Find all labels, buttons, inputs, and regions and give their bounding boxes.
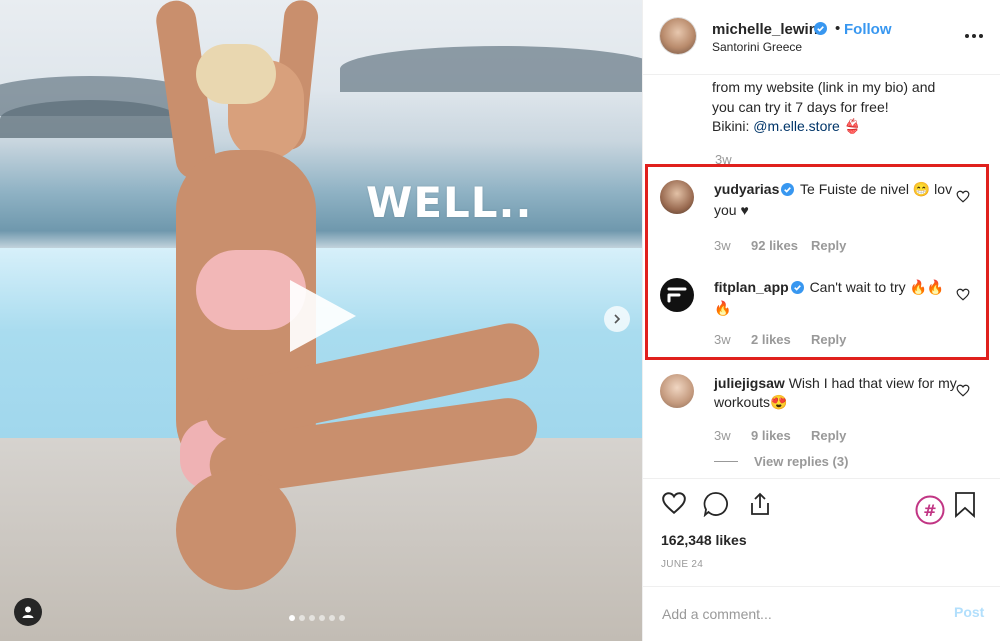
mention-link[interactable]: @m.elle.store — [753, 118, 840, 134]
post-button[interactable]: Post — [954, 604, 984, 620]
comment-text: fitplan_app Can't wait to try 🔥🔥🔥 — [714, 278, 959, 318]
background-hill — [0, 100, 180, 138]
hashtag-icon[interactable]: # — [915, 495, 945, 530]
comment-meta: 3w 92 likes Reply — [714, 238, 846, 253]
avatar[interactable] — [660, 374, 694, 408]
more-options-icon[interactable] — [965, 34, 983, 38]
comment-meta: 3w 2 likes Reply — [714, 332, 846, 347]
avatar[interactable] — [660, 18, 696, 54]
heart-icon[interactable] — [956, 384, 970, 402]
follow-button[interactable]: Follow — [844, 21, 892, 38]
post-author-username[interactable]: michelle_lewin — [712, 21, 818, 38]
comment-likes[interactable]: 9 likes — [751, 428, 811, 443]
carousel-indicator — [289, 615, 345, 621]
comment-likes[interactable]: 2 likes — [751, 332, 811, 347]
heart-icon[interactable] — [956, 288, 970, 306]
post-media[interactable]: WELL.. — [0, 0, 642, 641]
carousel-dot — [319, 615, 325, 621]
caption-timestamp[interactable]: 3w — [715, 152, 732, 167]
share-icon[interactable] — [747, 491, 773, 522]
background-hill — [340, 46, 642, 92]
post-header: michelle_lewin • Follow Santorini Greece — [643, 0, 1000, 75]
reply-button[interactable]: Reply — [811, 238, 846, 253]
heart-icon[interactable] — [661, 491, 687, 520]
comment-text: juliejigsaw Wish I had that view for my … — [714, 374, 959, 412]
carousel-dot — [309, 615, 315, 621]
comment-username[interactable]: juliejigsaw — [714, 375, 785, 391]
instagram-post-view: WELL.. michelle_lewin • Follow Santorini… — [0, 0, 1000, 641]
reply-button[interactable]: Reply — [811, 428, 846, 443]
bikini-emoji: 👙 — [843, 118, 862, 134]
caption-line: you can try it 7 days for free! — [712, 98, 889, 115]
comment-username[interactable]: yudyarias — [714, 181, 779, 197]
comment-timestamp[interactable]: 3w — [714, 238, 751, 253]
user-icon[interactable] — [14, 598, 42, 626]
person-hip — [176, 470, 296, 590]
verified-badge-icon — [790, 280, 804, 299]
comment-input[interactable] — [660, 601, 934, 627]
carousel-dot — [289, 615, 295, 621]
heart-icon[interactable] — [956, 190, 970, 208]
avatar[interactable] — [660, 180, 694, 214]
carousel-dot — [329, 615, 335, 621]
person-hair — [196, 44, 276, 104]
comment-meta: 3w 9 likes Reply — [714, 428, 846, 443]
post-caption: from my website (link in my bio) and you… — [712, 78, 982, 137]
svg-text:#: # — [923, 501, 936, 520]
avatar[interactable] — [660, 278, 694, 312]
verified-badge-icon — [781, 182, 795, 201]
view-replies-label: View replies (3) — [754, 454, 849, 469]
bookmark-icon[interactable] — [953, 491, 977, 524]
comments-section[interactable]: from my website (link in my bio) and you… — [643, 74, 1000, 478]
play-icon[interactable] — [290, 280, 356, 352]
post-date[interactable]: JUNE 24 — [661, 559, 703, 570]
caption-line: from my website (link in my bio) and — [712, 79, 936, 95]
likes-count[interactable]: 162,348 likes — [661, 532, 747, 548]
carousel-dot — [299, 615, 305, 621]
comment-username[interactable]: fitplan_app — [714, 279, 789, 295]
comment-icon[interactable] — [703, 491, 729, 522]
comment-timestamp[interactable]: 3w — [714, 428, 751, 443]
view-replies-button[interactable]: View replies (3) — [714, 454, 848, 469]
comment-text: yudyarias Te Fuiste de nivel 😁 lov you ♥ — [714, 180, 959, 220]
comment-likes[interactable]: 92 likes — [751, 238, 811, 253]
replies-divider — [714, 461, 738, 462]
chevron-right-icon[interactable] — [604, 306, 630, 332]
carousel-dot — [339, 615, 345, 621]
post-location[interactable]: Santorini Greece — [712, 40, 802, 54]
media-overlay-text: WELL.. — [366, 178, 533, 227]
post-actions: # 162,348 likes JUNE 24 — [643, 478, 1000, 587]
comment-timestamp[interactable]: 3w — [714, 332, 751, 347]
separator-dot: • — [835, 20, 841, 37]
verified-badge-icon — [814, 22, 827, 40]
post-side-panel: michelle_lewin • Follow Santorini Greece… — [642, 0, 1000, 641]
caption-line: Bikini: @m.elle.store 👙 — [712, 117, 982, 137]
reply-button[interactable]: Reply — [811, 332, 846, 347]
comment-bar: Post — [643, 586, 1000, 642]
caption-prefix: Bikini: — [712, 118, 754, 134]
